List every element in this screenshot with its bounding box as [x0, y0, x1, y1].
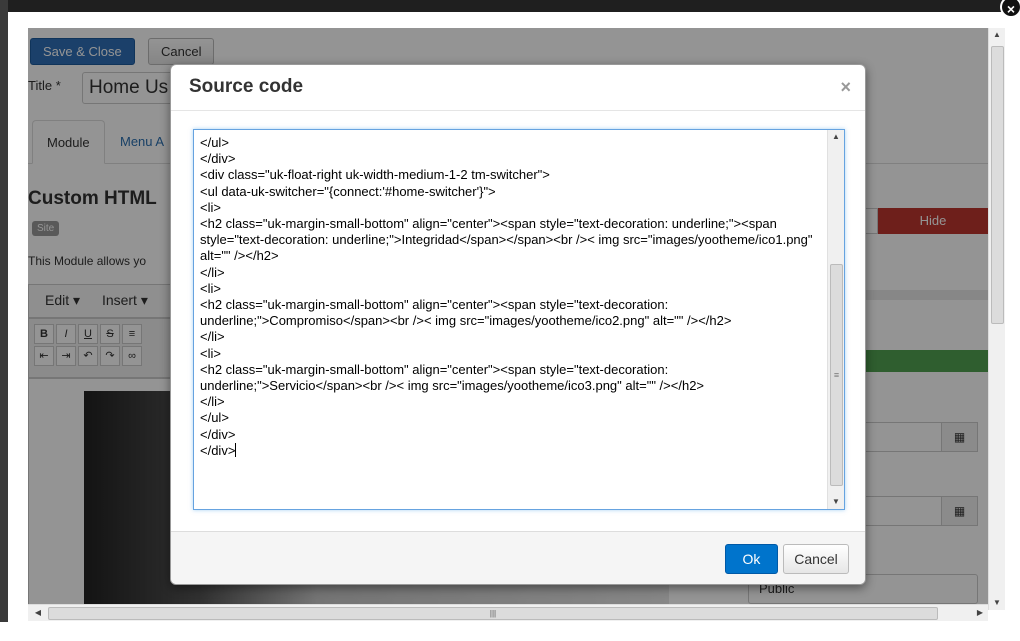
source-code-content: </ul> </div> <div class="uk-float-right … [200, 135, 813, 458]
scrollbar-thumb[interactable]: ≡ [830, 264, 843, 486]
frame-top-bar [0, 0, 1020, 12]
ok-button[interactable]: Ok [725, 544, 778, 574]
dialog-title: Source code [189, 76, 304, 97]
dialog-header: Source code × [171, 65, 865, 111]
close-icon[interactable]: × [840, 77, 851, 98]
textarea-scrollbar[interactable]: ▲ ≡ ▼ [827, 130, 844, 509]
arrow-left-icon[interactable]: ◀ [30, 605, 46, 621]
cancel-button[interactable]: Cancel [783, 544, 849, 574]
lightbox-frame: Save & Close Cancel Title * Home Us Modu… [0, 0, 1020, 641]
text-caret [235, 442, 237, 457]
arrow-up-icon[interactable]: ▲ [989, 28, 1005, 42]
arrow-down-icon[interactable]: ▼ [828, 495, 844, 509]
scrollbar-thumb[interactable] [991, 46, 1004, 324]
arrow-right-icon[interactable]: ▶ [972, 605, 988, 621]
close-icon[interactable]: × [1000, 0, 1020, 18]
source-code-text[interactable]: </ul> </div> <div class="uk-float-right … [200, 135, 826, 459]
arrow-up-icon[interactable]: ▲ [828, 130, 844, 144]
arrow-down-icon[interactable]: ▼ [989, 596, 1005, 610]
source-code-dialog: Source code × </ul> </div> <div class="u… [170, 64, 866, 585]
frame-left-bar [0, 0, 8, 641]
source-code-textarea[interactable]: </ul> </div> <div class="uk-float-right … [193, 129, 845, 510]
dialog-footer: Ok Cancel [171, 531, 865, 584]
frame-vertical-scrollbar[interactable]: ▲ ▼ [988, 28, 1005, 610]
frame-horizontal-scrollbar[interactable]: ◀ ||| ▶ [28, 604, 988, 621]
frame-bottom [0, 622, 1020, 641]
scrollbar-thumb[interactable]: ||| [48, 607, 938, 620]
